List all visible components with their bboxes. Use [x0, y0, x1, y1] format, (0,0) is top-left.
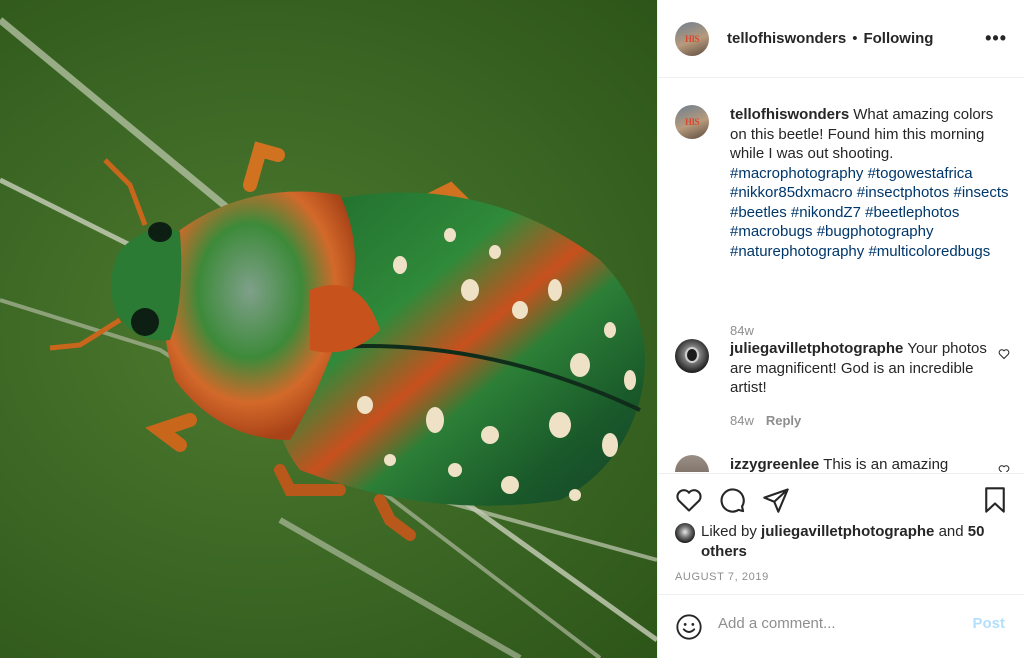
hashtag-link[interactable]: #naturephotography: [730, 243, 864, 260]
hashtag-link[interactable]: #nikondZ7: [791, 204, 861, 221]
post-header: HIS tellofhiswonders • Following •••: [658, 0, 1024, 78]
hashtag-link[interactable]: #multicoloredbugs: [868, 243, 990, 260]
hashtag-link[interactable]: #togowestafrica: [868, 165, 973, 182]
caption-author-avatar[interactable]: HIS: [675, 105, 709, 139]
post-actions: Liked by juliegavilletphotographe and 50…: [658, 473, 1024, 593]
comment-meta: 84w Reply: [730, 413, 801, 428]
smiley-icon[interactable]: [675, 613, 703, 641]
comment-username[interactable]: izzygreenlee: [730, 456, 819, 472]
comment-username[interactable]: juliegavilletphotographe: [730, 340, 903, 357]
comments-scroll-area[interactable]: HIS tellofhiswonders What amazing colors …: [658, 79, 1024, 472]
caption-time[interactable]: 84w: [730, 323, 754, 338]
commenter-avatar[interactable]: [675, 339, 709, 373]
commenter-avatar[interactable]: [675, 455, 709, 472]
reply-button[interactable]: Reply: [766, 413, 801, 428]
comment-body: juliegavilletphotographe Your photos are …: [730, 339, 1010, 398]
comment-input[interactable]: Add a comment...: [718, 615, 948, 632]
ellipsis-icon[interactable]: •••: [985, 28, 1007, 49]
following-button[interactable]: Following: [863, 30, 933, 47]
heart-icon[interactable]: [675, 486, 703, 514]
likes-connector: and: [938, 523, 964, 540]
hashtag-link[interactable]: #nikkor85dxmacro: [730, 184, 853, 201]
hashtag-link[interactable]: #bugphotography: [817, 223, 934, 240]
caption-body: tellofhiswonders What amazing colors on t…: [730, 105, 1010, 261]
liker-avatar[interactable]: [675, 523, 695, 543]
header-separator: •: [852, 30, 858, 47]
post-comment-button[interactable]: Post: [972, 615, 1005, 632]
small-heart-icon[interactable]: [998, 464, 1010, 472]
beetle-image: [0, 17, 657, 658]
post-details-panel: HIS tellofhiswonders • Following ••• HIS…: [657, 0, 1024, 658]
small-heart-icon[interactable]: [998, 348, 1010, 360]
hashtag-link[interactable]: #macrophotography: [730, 165, 863, 182]
post-date[interactable]: AUGUST 7, 2019: [675, 571, 769, 583]
paper-plane-icon[interactable]: [762, 486, 790, 514]
comment-text: This is an amazing: [823, 456, 949, 472]
add-comment-bar: Add a comment... Post: [658, 594, 1024, 658]
caption-username[interactable]: tellofhiswonders: [730, 106, 849, 123]
liked-by-label: Liked by: [701, 523, 757, 540]
hashtag-link[interactable]: #insectphotos: [857, 184, 950, 201]
hashtag-link[interactable]: #beetles: [730, 204, 787, 221]
bookmark-icon[interactable]: [981, 485, 1009, 515]
hashtag-link[interactable]: #insects: [953, 184, 1008, 201]
hashtag-link[interactable]: #beetlephotos: [865, 204, 959, 221]
comment-time[interactable]: 84w: [730, 413, 754, 428]
post-photo[interactable]: [0, 0, 657, 658]
author-username[interactable]: tellofhiswonders: [727, 30, 846, 47]
hashtag-link[interactable]: #macrobugs: [730, 223, 813, 240]
comment-body: izzygreenlee This is an amazing: [730, 455, 1010, 472]
liker-username[interactable]: juliegavilletphotographe: [761, 523, 934, 540]
caption-hashtags: #macrophotography #togowestafrica #nikko…: [730, 165, 1009, 260]
author-avatar[interactable]: HIS: [675, 21, 709, 56]
comment-icon[interactable]: [718, 486, 746, 514]
